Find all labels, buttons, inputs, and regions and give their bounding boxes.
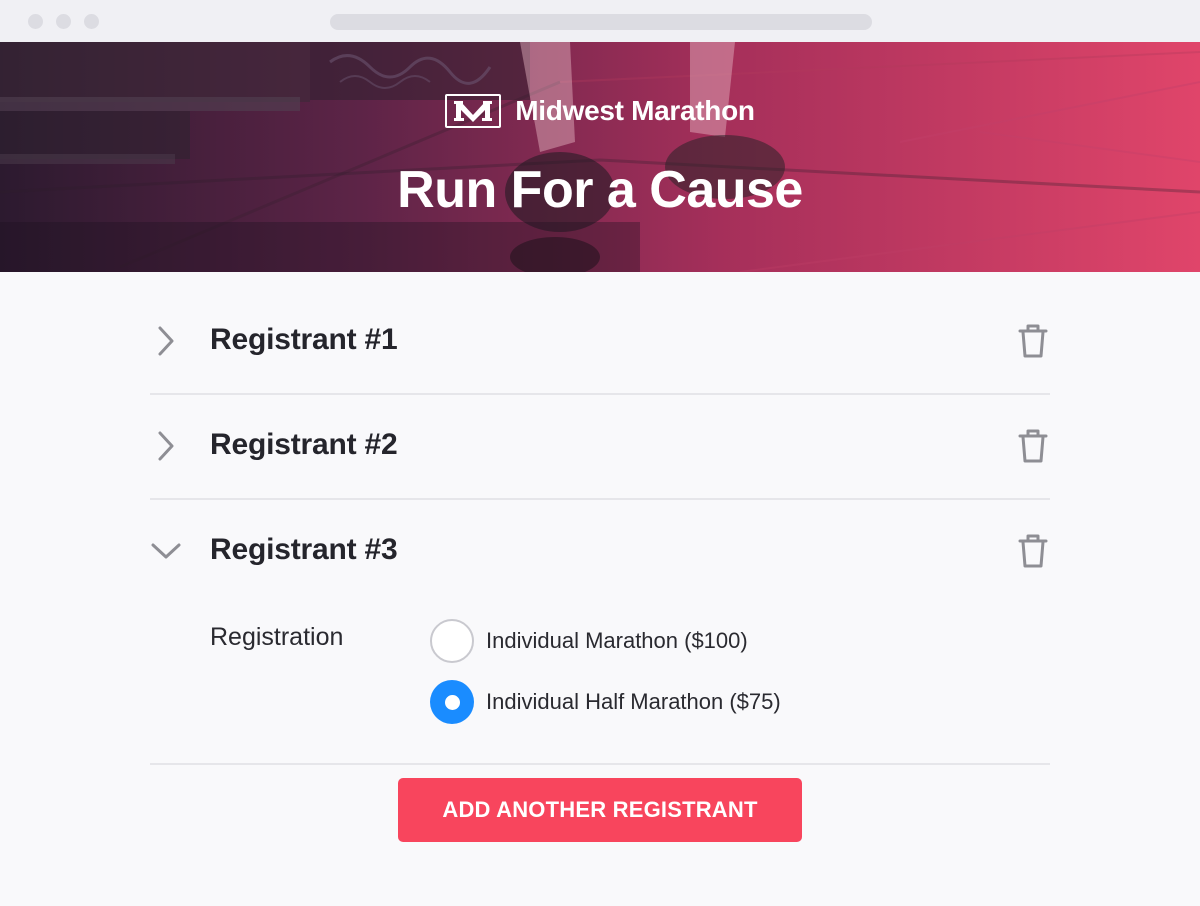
browser-window: Midwest Marathon Run For a Cause Registr… [0,0,1200,906]
option-label: Individual Marathon ($100) [486,628,748,653]
registrant-header-2[interactable]: Registrant #2 [150,395,1050,498]
registration-label: Registration [210,623,344,651]
add-registrant-wrap: ADD ANOTHER REGISTRANT [0,778,1200,842]
add-registrant-button[interactable]: ADD ANOTHER REGISTRANT [398,778,802,842]
window-minimize-dot[interactable] [56,14,71,29]
trash-icon[interactable] [1016,322,1050,360]
registration-options-panel: Registration Individual Marathon ($100) … [150,603,1050,763]
registrant-title: Registrant #2 [210,428,398,461]
registrant-row-2: Registrant #2 [150,395,1050,500]
registrant-row-1: Registrant #1 [150,290,1050,395]
chevron-right-icon[interactable] [150,426,182,466]
registration-option-half-marathon[interactable]: Individual Half Marathon ($75) [430,680,781,724]
chevron-right-icon[interactable] [150,321,182,361]
page-title: Run For a Cause [397,161,803,219]
browser-toolbar [0,0,1200,42]
brand-logo-icon [445,94,502,128]
registration-option-marathon[interactable]: Individual Marathon ($100) [430,619,748,663]
brand-lockup: Midwest Marathon [0,94,1200,128]
radio-dot [444,694,460,710]
registrant-header-3[interactable]: Registrant #3 [150,500,1050,603]
brand-name: Midwest Marathon [515,95,755,126]
address-bar[interactable] [330,14,872,30]
chevron-down-icon[interactable] [150,531,182,571]
window-close-dot[interactable] [28,14,43,29]
window-maximize-dot[interactable] [84,14,99,29]
registrant-row-3: Registrant #3 Registration Individual Ma… [150,500,1050,765]
hero-banner: Midwest Marathon Run For a Cause [0,42,1200,272]
radio-checked[interactable] [430,680,474,724]
registrant-header-1[interactable]: Registrant #1 [150,290,1050,393]
radio-unchecked[interactable] [430,619,474,663]
trash-icon[interactable] [1016,532,1050,570]
hero-background-photo [0,42,1200,272]
registrant-title: Registrant #3 [210,533,398,566]
option-label: Individual Half Marathon ($75) [486,689,781,714]
registrant-list: Registrant #1 Registrant #2 Registrant #… [150,290,1050,765]
trash-icon[interactable] [1016,427,1050,465]
registrant-title: Registrant #1 [210,323,398,356]
